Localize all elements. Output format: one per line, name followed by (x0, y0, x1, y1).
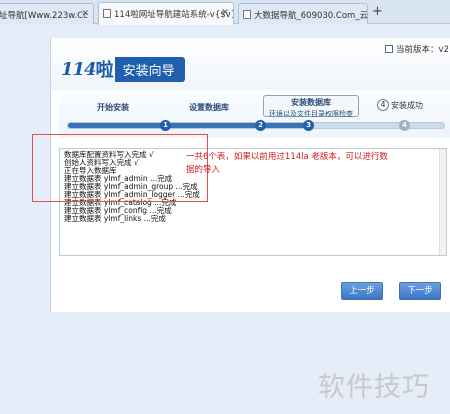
progress-fill (68, 123, 309, 128)
tab-title: 址导航[Www.223w.Cc (0, 11, 88, 21)
prev-button[interactable]: 上一步 (341, 282, 383, 300)
logo-char: 啦 (95, 60, 114, 81)
highlight-box (32, 134, 208, 202)
logo: 114 啦 安装向导 (61, 56, 185, 82)
browser-tab-2[interactable]: 114啦网址导航建站系统-v{$v} ✕ (98, 2, 234, 25)
annotation-text: 一共6个表，如果以前用过114la 老版本，可以进行数据的导入 (186, 152, 388, 175)
close-icon[interactable]: ✕ (81, 9, 89, 19)
checkbox-icon[interactable] (385, 45, 394, 53)
page-icon (103, 9, 111, 18)
version-label: 当前版本：v2 (396, 45, 449, 55)
step-label-3: 安装数据库 (291, 98, 331, 107)
browser-tab-strip: 址导航[Www.223w.Cc ✕ 114啦网址导航建站系统-v{$v} ✕ 大… (0, 0, 450, 25)
watermark: 软件技巧 (318, 372, 430, 403)
browser-tab-1[interactable]: 址导航[Www.223w.Cc ✕ (0, 3, 94, 24)
installer-header: 114 啦 安装向导 当前版本：v2 (51, 38, 450, 90)
new-tab-button[interactable]: + (372, 4, 383, 19)
page-icon (243, 10, 251, 19)
step-number-2: 2 (255, 120, 266, 131)
close-icon[interactable]: ✕ (221, 8, 229, 18)
step-number-3: 3 (303, 120, 314, 131)
step-progress: 开始安装 设置数据库 安装数据库 环境以及文件目录权限检查 4 安装成功 1 2… (59, 94, 450, 138)
page-title: 安装向导 (114, 56, 185, 82)
log-scrollbar[interactable] (439, 149, 446, 255)
log-line: 建立数据表 ylmf_links ...完成 (64, 214, 166, 223)
step-label-4: 安装成功 (391, 100, 423, 110)
browser-tab-3[interactable]: 大数据导航_609030.Com_云端 (238, 3, 368, 24)
step-label-2: 设置数据库 (189, 103, 229, 112)
step-number-1: 1 (160, 120, 171, 131)
step-4: 4 安装成功 (377, 99, 423, 111)
next-button[interactable]: 下一步 (399, 282, 441, 300)
tab-title: 大数据导航_609030.Com_云端 (254, 11, 368, 21)
logo-number: 114 (61, 58, 97, 80)
tab-title: 114啦网址导航建站系统-v{$v} (114, 10, 234, 20)
step-sublabel-3: 环境以及文件目录权限检查 (269, 110, 353, 118)
step-number-4: 4 (399, 120, 410, 131)
version-indicator[interactable]: 当前版本：v2 (385, 43, 449, 55)
step-number-4-icon: 4 (377, 99, 389, 111)
step-label-1: 开始安装 (97, 103, 129, 112)
step-current-box: 安装数据库 环境以及文件目录权限检查 (263, 95, 359, 118)
